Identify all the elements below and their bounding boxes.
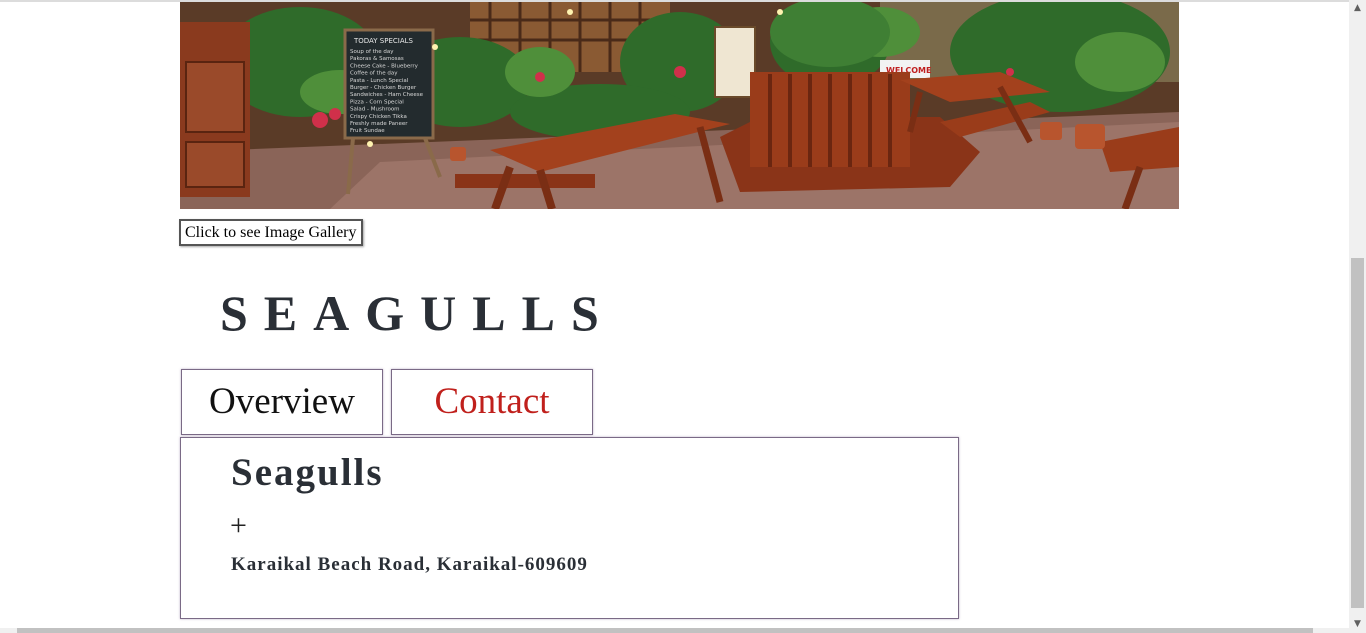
vertical-scroll-thumb[interactable] xyxy=(1351,258,1364,608)
panel-title: Seagulls xyxy=(231,451,384,494)
chalkboard-line: Pasta - Lunch Special xyxy=(350,78,409,84)
chalkboard-line: Pakoras & Samosas xyxy=(350,56,404,62)
horizontal-scrollbar[interactable] xyxy=(0,628,1349,633)
chalkboard-line: Burger - Chicken Burger xyxy=(350,85,417,91)
brand-title: SEAGULLS xyxy=(220,285,615,341)
scroll-down-arrow-icon[interactable]: ▼ xyxy=(1349,616,1366,633)
chalkboard-line: Sandwiches - Ham Cheese xyxy=(350,92,424,98)
chalkboard-line: Soup of the day xyxy=(350,49,394,55)
chalkboard-heading: TODAY SPECIALS xyxy=(353,37,414,45)
chalkboard-line: Salad - Mushroom xyxy=(350,107,400,113)
horizontal-scroll-thumb[interactable] xyxy=(17,628,1313,633)
contact-panel: Seagulls + Karaikal Beach Road, Karaikal… xyxy=(180,437,959,619)
chalkboard-line: Cheese Cake - Blueberry xyxy=(350,63,419,69)
chalkboard-line: Crispy Chicken Tikka xyxy=(350,114,407,120)
chalkboard-line: Fruit Sundae xyxy=(350,128,385,134)
tab-contact[interactable]: Contact xyxy=(391,369,593,435)
address-text: Karaikal Beach Road, Karaikal-609609 xyxy=(231,554,588,575)
expand-plus-icon[interactable]: + xyxy=(230,509,247,543)
chalkboard-line: Coffee of the day xyxy=(350,71,398,77)
tab-overview[interactable]: Overview xyxy=(181,369,383,435)
chalkboard-line: Pizza - Corn Special xyxy=(350,99,404,105)
scroll-up-arrow-icon[interactable]: ▲ xyxy=(1349,0,1366,17)
hero-image: TODAY SPECIALS Soup of the day Pakoras & … xyxy=(180,2,1179,209)
chalkboard-line: Freshly made Paneer xyxy=(350,121,408,127)
image-gallery-button[interactable]: Click to see Image Gallery xyxy=(179,219,363,246)
vertical-scrollbar[interactable]: ▲ ▼ xyxy=(1349,0,1366,633)
